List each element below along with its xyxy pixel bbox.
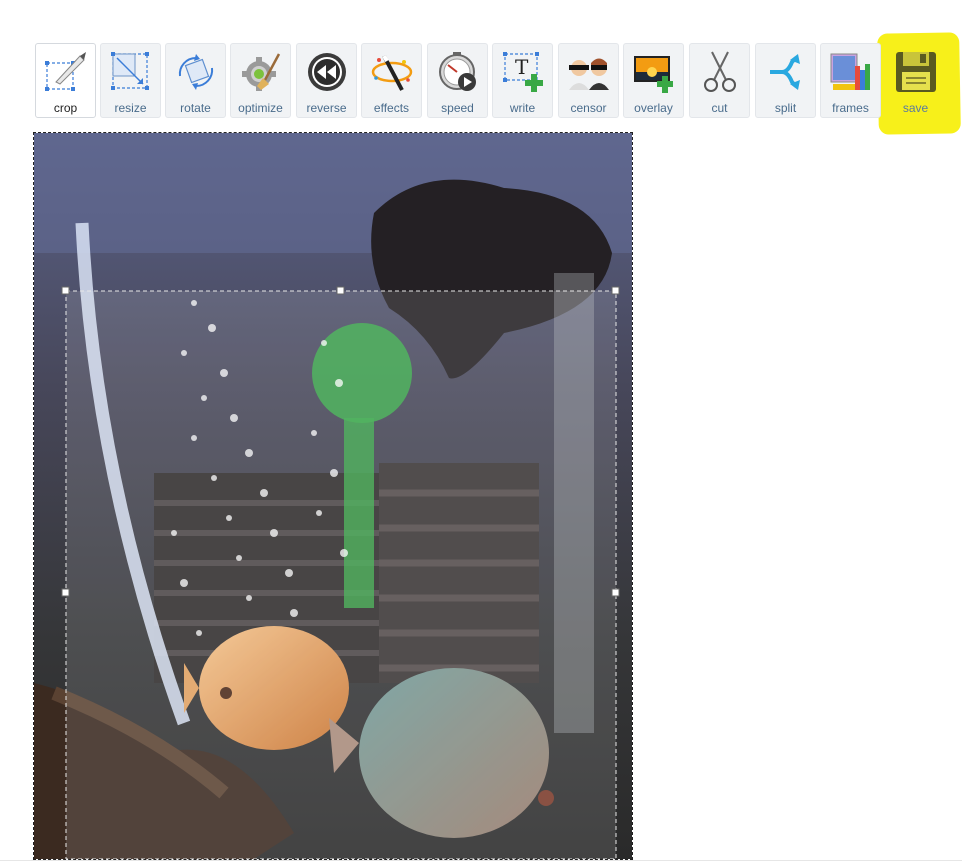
write-label: write [509,101,536,115]
effects-icon [371,54,413,91]
rotate-label: rotate [180,101,211,115]
split-button[interactable]: split [755,43,816,118]
overlay-label: overlay [634,101,673,115]
speed-label: speed [441,101,474,115]
rotate-button[interactable]: rotate [165,43,226,118]
video-canvas[interactable] [33,132,633,860]
effects-button[interactable]: effects [361,43,422,118]
speed-icon [439,52,476,91]
optimize-label: optimize [238,101,283,115]
write-icon: T [503,52,543,92]
cut-label: cut [711,101,728,115]
optimize-button[interactable]: optimize [230,43,291,118]
split-label: split [774,101,797,115]
reverse-icon [308,53,346,91]
save-button[interactable]: save [885,43,946,118]
crop-button[interactable]: crop [35,43,96,118]
split-icon [770,54,800,90]
resize-icon [111,52,149,90]
save-label: save [902,101,929,115]
frames-label: frames [832,101,869,115]
aquarium-video-frame [34,133,632,859]
tool-toolbar: crop resize rotate optimize reverse effe… [33,41,953,121]
frames-icon [830,53,870,90]
rotate-icon [178,54,214,90]
reverse-label: reverse [306,101,347,115]
optimize-icon [242,53,281,91]
overlay-button[interactable]: overlay [623,43,684,118]
censor-button[interactable]: censor [558,43,619,118]
svg-text:T: T [515,55,529,79]
crop-label: crop [53,101,78,115]
resize-label: resize [114,101,147,115]
reverse-button[interactable]: reverse [296,43,357,118]
cut-button[interactable]: cut [689,43,750,118]
save-icon [896,52,936,92]
speed-button[interactable]: speed [427,43,488,118]
resize-button[interactable]: resize [100,43,161,118]
overlay-icon [634,56,673,93]
frames-button[interactable]: frames [820,43,881,118]
censor-label: censor [570,101,607,115]
write-button[interactable]: T write [492,43,553,118]
cut-icon [704,51,736,92]
censor-icon [569,58,609,90]
bottom-divider [0,860,962,861]
effects-label: effects [373,101,410,115]
crop-icon [45,52,86,91]
